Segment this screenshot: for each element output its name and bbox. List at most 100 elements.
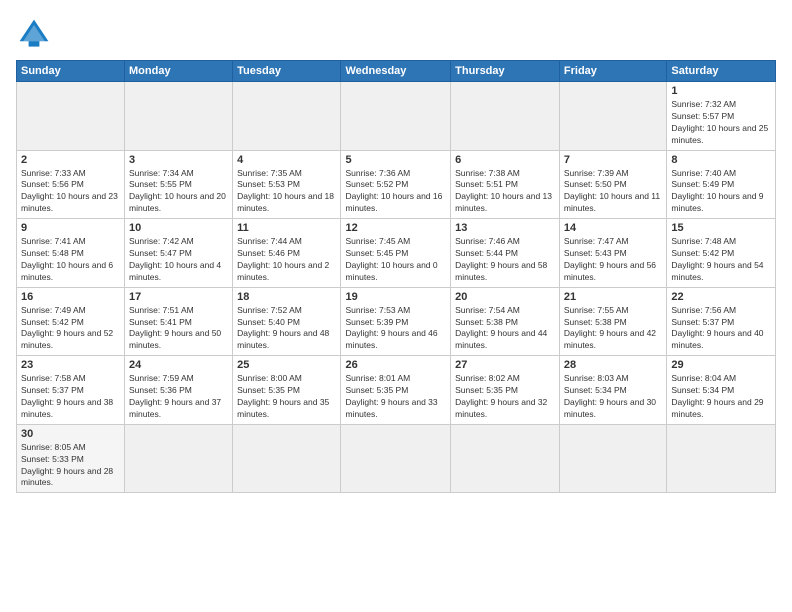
weekday-header-monday: Monday: [125, 61, 233, 82]
day-info: Sunrise: 7:45 AM Sunset: 5:45 PM Dayligh…: [345, 236, 446, 284]
calendar-cell: 7Sunrise: 7:39 AM Sunset: 5:50 PM Daylig…: [559, 150, 666, 219]
day-number: 25: [237, 359, 336, 371]
day-number: 20: [455, 291, 555, 303]
calendar-cell: [233, 424, 341, 493]
calendar-cell: 9 Sunrise: 7:41 AM Sunset: 5:48 PM Daylig…: [17, 219, 125, 288]
calendar-cell: 6Sunrise: 7:38 AM Sunset: 5:51 PM Daylig…: [451, 150, 560, 219]
day-info: Sunrise: 7:38 AM Sunset: 5:51 PM Dayligh…: [455, 168, 555, 216]
day-number: 3: [129, 154, 228, 166]
calendar-cell: 1Sunrise: 7:32 AM Sunset: 5:57 PM Daylig…: [667, 82, 776, 151]
calendar-cell: [341, 424, 451, 493]
calendar-cell: 4 Sunrise: 7:35 AM Sunset: 5:53 PM Daylig…: [233, 150, 341, 219]
calendar-week-row-4: 23Sunrise: 7:58 AM Sunset: 5:37 PM Dayli…: [17, 356, 776, 425]
day-info: Sunrise: 7:53 AM Sunset: 5:39 PM Dayligh…: [345, 305, 446, 353]
calendar-week-row-3: 16 Sunrise: 7:49 AM Sunset: 5:42 PM Dayli…: [17, 287, 776, 356]
day-info: Sunrise: 8:03 AM Sunset: 5:34 PM Dayligh…: [564, 373, 662, 421]
calendar-cell: [233, 82, 341, 151]
weekday-header-sunday: Sunday: [17, 61, 125, 82]
weekday-header-wednesday: Wednesday: [341, 61, 451, 82]
day-info: Sunrise: 7:51 AM Sunset: 5:41 PM Dayligh…: [129, 305, 228, 353]
calendar-week-row-5: 30 Sunrise: 8:05 AM Sunset: 5:33 PM Dayli…: [17, 424, 776, 493]
day-info: Sunrise: 7:58 AM Sunset: 5:37 PM Dayligh…: [21, 373, 120, 421]
calendar-cell: 19Sunrise: 7:53 AM Sunset: 5:39 PM Dayli…: [341, 287, 451, 356]
day-number: 28: [564, 359, 662, 371]
header: [16, 16, 776, 52]
day-info: Sunrise: 7:49 AM Sunset: 5:42 PM Dayligh…: [21, 305, 120, 353]
calendar-cell: 22 Sunrise: 7:56 AM Sunset: 5:37 PM Dayli…: [667, 287, 776, 356]
day-info: Sunrise: 8:01 AM Sunset: 5:35 PM Dayligh…: [345, 373, 446, 421]
day-info: Sunrise: 7:48 AM Sunset: 5:42 PM Dayligh…: [671, 236, 771, 284]
calendar-cell: [451, 82, 560, 151]
calendar-cell: 29Sunrise: 8:04 AM Sunset: 5:34 PM Dayli…: [667, 356, 776, 425]
day-info: Sunrise: 8:02 AM Sunset: 5:35 PM Dayligh…: [455, 373, 555, 421]
calendar-cell: 5 Sunrise: 7:36 AM Sunset: 5:52 PM Daylig…: [341, 150, 451, 219]
day-info: Sunrise: 7:55 AM Sunset: 5:38 PM Dayligh…: [564, 305, 662, 353]
day-number: 21: [564, 291, 662, 303]
day-number: 12: [345, 222, 446, 234]
day-info: Sunrise: 7:41 AM Sunset: 5:48 PM Dayligh…: [21, 236, 120, 284]
day-number: 4: [237, 154, 336, 166]
day-number: 13: [455, 222, 555, 234]
day-info: Sunrise: 7:59 AM Sunset: 5:36 PM Dayligh…: [129, 373, 228, 421]
day-info: Sunrise: 7:35 AM Sunset: 5:53 PM Dayligh…: [237, 168, 336, 216]
day-number: 18: [237, 291, 336, 303]
logo: [16, 16, 58, 52]
day-info: Sunrise: 7:54 AM Sunset: 5:38 PM Dayligh…: [455, 305, 555, 353]
day-number: 26: [345, 359, 446, 371]
calendar-cell: 2Sunrise: 7:33 AM Sunset: 5:56 PM Daylig…: [17, 150, 125, 219]
day-info: Sunrise: 7:47 AM Sunset: 5:43 PM Dayligh…: [564, 236, 662, 284]
calendar-cell: 3Sunrise: 7:34 AM Sunset: 5:55 PM Daylig…: [125, 150, 233, 219]
calendar-cell: [559, 82, 666, 151]
day-info: Sunrise: 8:00 AM Sunset: 5:35 PM Dayligh…: [237, 373, 336, 421]
day-number: 30: [21, 428, 120, 440]
day-number: 24: [129, 359, 228, 371]
day-number: 10: [129, 222, 228, 234]
day-number: 14: [564, 222, 662, 234]
weekday-header-friday: Friday: [559, 61, 666, 82]
calendar-week-row-2: 9 Sunrise: 7:41 AM Sunset: 5:48 PM Daylig…: [17, 219, 776, 288]
page: SundayMondayTuesdayWednesdayThursdayFrid…: [0, 0, 792, 612]
calendar-cell: 13 Sunrise: 7:46 AM Sunset: 5:44 PM Dayli…: [451, 219, 560, 288]
day-info: Sunrise: 7:42 AM Sunset: 5:47 PM Dayligh…: [129, 236, 228, 284]
weekday-header-saturday: Saturday: [667, 61, 776, 82]
calendar-cell: [341, 82, 451, 151]
calendar-cell: [559, 424, 666, 493]
day-info: Sunrise: 7:46 AM Sunset: 5:44 PM Dayligh…: [455, 236, 555, 284]
day-info: Sunrise: 8:05 AM Sunset: 5:33 PM Dayligh…: [21, 442, 120, 490]
day-number: 11: [237, 222, 336, 234]
calendar: SundayMondayTuesdayWednesdayThursdayFrid…: [16, 60, 776, 493]
day-info: Sunrise: 7:56 AM Sunset: 5:37 PM Dayligh…: [671, 305, 771, 353]
calendar-cell: 11 Sunrise: 7:44 AM Sunset: 5:46 PM Dayli…: [233, 219, 341, 288]
day-number: 16: [21, 291, 120, 303]
day-number: 27: [455, 359, 555, 371]
calendar-cell: 23Sunrise: 7:58 AM Sunset: 5:37 PM Dayli…: [17, 356, 125, 425]
calendar-cell: 28 Sunrise: 8:03 AM Sunset: 5:34 PM Dayli…: [559, 356, 666, 425]
logo-icon: [16, 16, 52, 52]
day-info: Sunrise: 7:36 AM Sunset: 5:52 PM Dayligh…: [345, 168, 446, 216]
day-number: 15: [671, 222, 771, 234]
day-number: 1: [671, 85, 771, 97]
calendar-cell: 30 Sunrise: 8:05 AM Sunset: 5:33 PM Dayli…: [17, 424, 125, 493]
calendar-cell: 8Sunrise: 7:40 AM Sunset: 5:49 PM Daylig…: [667, 150, 776, 219]
day-number: 22: [671, 291, 771, 303]
day-info: Sunrise: 7:33 AM Sunset: 5:56 PM Dayligh…: [21, 168, 120, 216]
calendar-cell: 21 Sunrise: 7:55 AM Sunset: 5:38 PM Dayli…: [559, 287, 666, 356]
day-number: 5: [345, 154, 446, 166]
weekday-header-row: SundayMondayTuesdayWednesdayThursdayFrid…: [17, 61, 776, 82]
weekday-header-tuesday: Tuesday: [233, 61, 341, 82]
calendar-cell: 12 Sunrise: 7:45 AM Sunset: 5:45 PM Dayli…: [341, 219, 451, 288]
calendar-cell: 20 Sunrise: 7:54 AM Sunset: 5:38 PM Dayli…: [451, 287, 560, 356]
day-info: Sunrise: 7:44 AM Sunset: 5:46 PM Dayligh…: [237, 236, 336, 284]
calendar-week-row-0: 1Sunrise: 7:32 AM Sunset: 5:57 PM Daylig…: [17, 82, 776, 151]
calendar-week-row-1: 2Sunrise: 7:33 AM Sunset: 5:56 PM Daylig…: [17, 150, 776, 219]
day-number: 17: [129, 291, 228, 303]
weekday-header-thursday: Thursday: [451, 61, 560, 82]
calendar-cell: 18Sunrise: 7:52 AM Sunset: 5:40 PM Dayli…: [233, 287, 341, 356]
calendar-cell: [125, 82, 233, 151]
day-info: Sunrise: 7:39 AM Sunset: 5:50 PM Dayligh…: [564, 168, 662, 216]
calendar-cell: 27 Sunrise: 8:02 AM Sunset: 5:35 PM Dayli…: [451, 356, 560, 425]
calendar-cell: 16 Sunrise: 7:49 AM Sunset: 5:42 PM Dayli…: [17, 287, 125, 356]
day-number: 9: [21, 222, 120, 234]
calendar-cell: 25 Sunrise: 8:00 AM Sunset: 5:35 PM Dayli…: [233, 356, 341, 425]
calendar-cell: 15 Sunrise: 7:48 AM Sunset: 5:42 PM Dayli…: [667, 219, 776, 288]
